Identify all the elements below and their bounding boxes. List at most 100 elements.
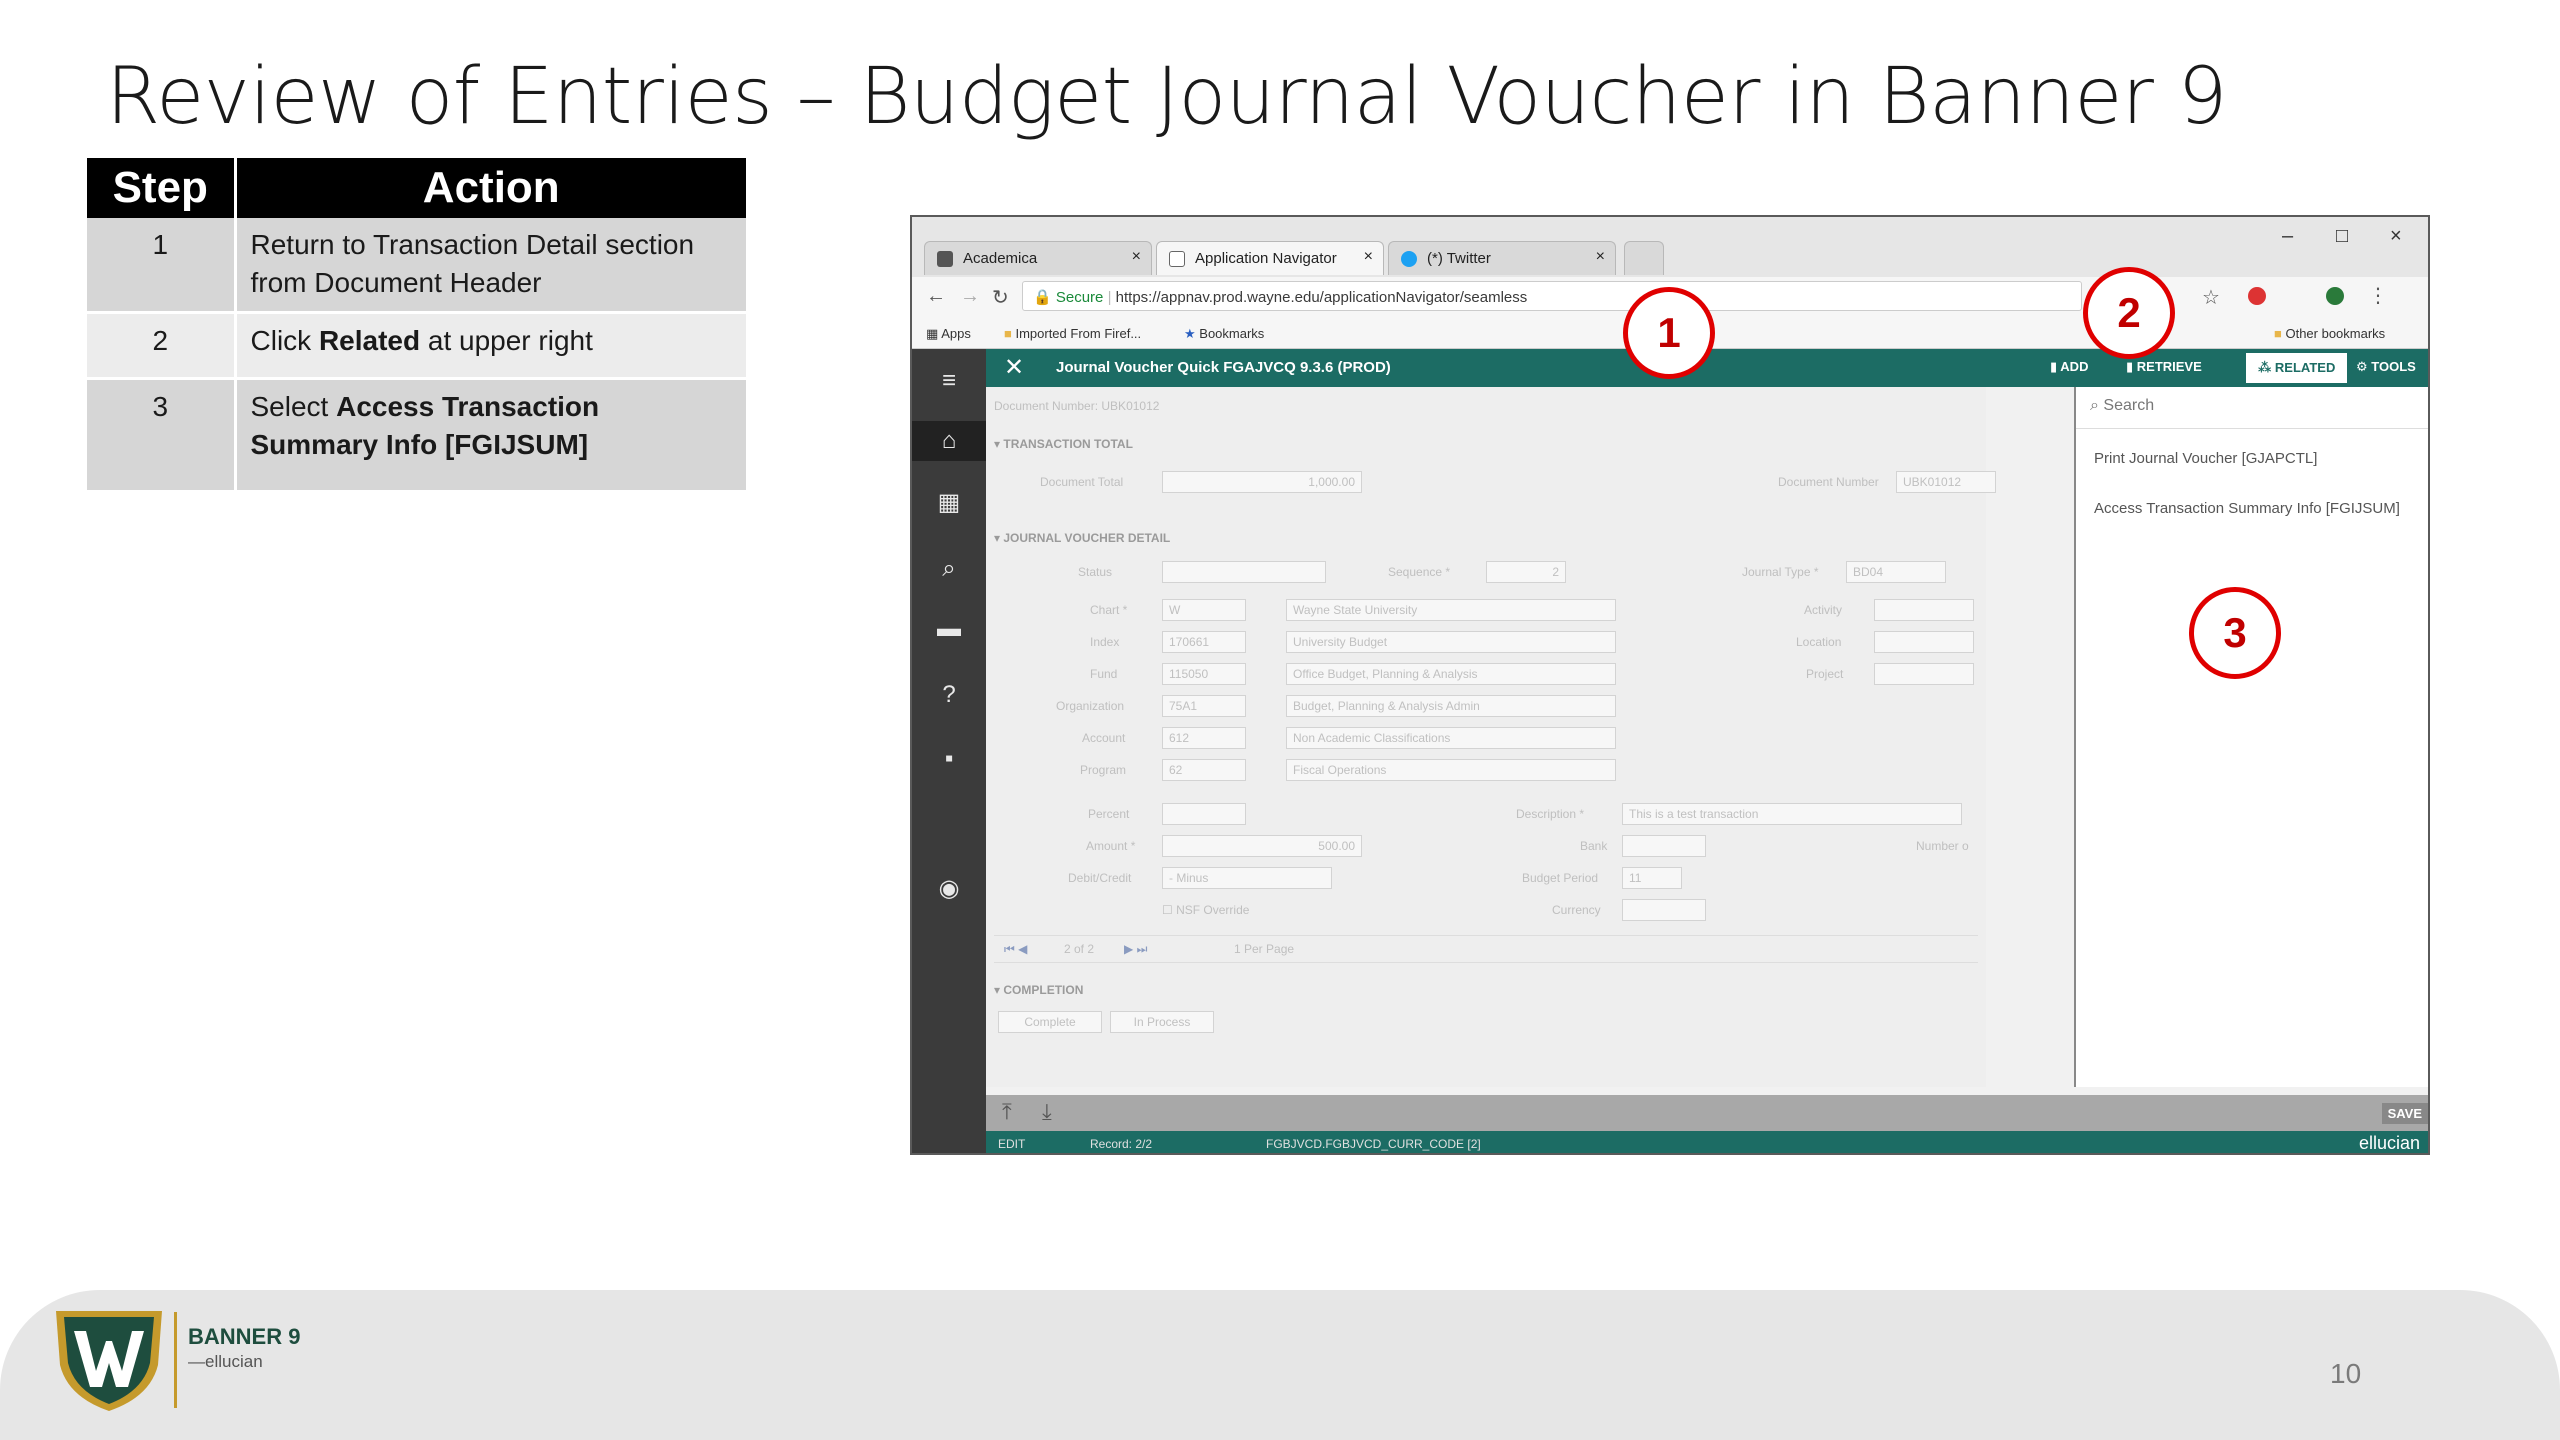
bookmark-label: Imported From Firef... xyxy=(1015,326,1142,341)
location-field[interactable] xyxy=(1874,631,1974,653)
index-description: University Budget xyxy=(1286,631,1616,653)
user-icon[interactable]: ◉ xyxy=(912,869,986,909)
close-icon[interactable]: × xyxy=(1132,248,1141,266)
bookmark-item[interactable]: ■ Imported From Firef... xyxy=(1004,326,1141,341)
status-select[interactable] xyxy=(1162,561,1326,583)
project-field[interactable] xyxy=(1874,663,1974,685)
currency-field[interactable] xyxy=(1622,899,1706,921)
bank-field[interactable] xyxy=(1622,835,1706,857)
first-page-icon[interactable]: ⏮ ◀ xyxy=(1004,942,1027,957)
reload-icon[interactable]: ↻ xyxy=(992,285,1009,310)
status-label: Status xyxy=(1078,565,1113,579)
menu-icon[interactable]: ⋮ xyxy=(2368,283,2388,308)
tab-label: (*) Twitter xyxy=(1427,250,1491,267)
close-icon[interactable]: ✕ xyxy=(1004,353,1024,382)
tools-button[interactable]: ⚙ TOOLS xyxy=(2356,359,2416,375)
table-row: 3 Select Access Transaction Summary Info… xyxy=(87,378,746,490)
ellucian-text: ellucian xyxy=(205,1352,263,1371)
fund-field[interactable]: 115050 xyxy=(1162,663,1246,685)
folder-icon[interactable]: ▬ xyxy=(912,609,986,649)
percent-field[interactable] xyxy=(1162,803,1246,825)
back-icon[interactable]: ← xyxy=(926,285,946,308)
project-label: Project xyxy=(1806,667,1844,681)
add-button[interactable]: ▮ ADD xyxy=(2050,359,2088,375)
close-icon[interactable]: × xyxy=(1364,248,1373,266)
logo-divider xyxy=(174,1312,177,1408)
budget-period-field[interactable]: 11 xyxy=(1622,867,1682,889)
in-process-button[interactable]: In Process xyxy=(1110,1011,1214,1033)
search-placeholder: Search xyxy=(2103,397,2155,414)
program-field[interactable]: 62 xyxy=(1162,759,1246,781)
last-page-icon[interactable]: ▶ ⏭ xyxy=(1124,942,1147,957)
account-field[interactable]: 612 xyxy=(1162,727,1246,749)
organization-label: Organization xyxy=(1056,699,1125,713)
retrieve-button[interactable]: ▮ RETRIEVE xyxy=(2126,359,2202,375)
journal-voucher-form: Document Number: UBK01012 ▾ TRANSACTION … xyxy=(986,387,1996,1087)
journal-voucher-detail-section[interactable]: ▾ JOURNAL VOUCHER DETAIL xyxy=(994,531,1170,545)
browser-tab[interactable]: (*) Twitter × xyxy=(1388,241,1616,275)
extension-icon[interactable] xyxy=(2248,287,2266,305)
related-item-gjapctl[interactable]: Print Journal Voucher [GJAPCTL] xyxy=(2094,447,2414,470)
first-record-icon[interactable]: ⤒ xyxy=(1002,1099,1012,1125)
transaction-total-section[interactable]: ▾ TRANSACTION TOTAL xyxy=(994,437,1133,451)
related-search[interactable]: ⌕ Search xyxy=(2076,387,2428,429)
apps-bookmark[interactable]: ▦ Apps xyxy=(926,326,971,342)
close-window-icon[interactable]: × xyxy=(2390,225,2402,248)
related-button[interactable]: ⁂ RELATED xyxy=(2246,353,2348,383)
extension-icon[interactable] xyxy=(2326,287,2344,305)
minimize-icon[interactable]: – xyxy=(2282,225,2293,248)
bookmark-label: Bookmarks xyxy=(1199,326,1265,341)
browser-tab[interactable]: Application Navigator × xyxy=(1156,241,1384,275)
last-record-icon[interactable]: ⤓ xyxy=(1042,1099,1052,1125)
nsf-override-label: NSF Override xyxy=(1176,903,1250,917)
field-indicator: FGBJVCD.FGBJVCD_CURR_CODE [2] xyxy=(1266,1137,1481,1151)
forward-icon[interactable]: → xyxy=(960,285,980,308)
step-action: Select Access Transaction Summary Info [… xyxy=(235,378,746,490)
callout-1: 1 xyxy=(1623,287,1715,379)
per-page-select[interactable]: 1 Per Page xyxy=(1234,942,1294,956)
budget-period-label: Budget Period xyxy=(1522,871,1599,885)
related-label: RELATED xyxy=(2274,360,2336,375)
home-icon[interactable]: ⌂ xyxy=(912,421,986,461)
sequence-field[interactable]: 2 xyxy=(1486,561,1566,583)
chart-field[interactable]: W xyxy=(1162,599,1246,621)
save-button[interactable]: SAVE xyxy=(2381,1103,2428,1124)
debit-credit-select[interactable]: - Minus xyxy=(1162,867,1332,889)
tab-label: Application Navigator xyxy=(1195,250,1337,267)
step-table: Step Action 1 Return to Transaction Deta… xyxy=(87,158,746,490)
slide-footer xyxy=(0,1290,2560,1440)
new-tab-button[interactable] xyxy=(1624,241,1664,275)
related-item-fgijsum[interactable]: Access Transaction Summary Info [FGIJSUM… xyxy=(2094,497,2414,520)
nsf-override-checkbox[interactable]: ☐ NSF Override xyxy=(1162,903,1249,917)
url-field[interactable]: 🔒 Secure | https://appnav.prod.wayne.edu… xyxy=(1022,281,2082,311)
search-icon[interactable]: ⌕ xyxy=(912,549,986,589)
search-icon: ⌕ xyxy=(2090,397,2104,414)
complete-button[interactable]: Complete xyxy=(998,1011,1102,1033)
bottom-toolbar: ⤒ ⤓ SAVE xyxy=(986,1095,2428,1131)
ellucian-wordmark: —ellucian xyxy=(188,1352,263,1371)
index-field[interactable]: 170661 xyxy=(1162,631,1246,653)
maximize-icon[interactable]: □ xyxy=(2336,225,2348,248)
journal-type-field[interactable]: BD04 xyxy=(1846,561,1946,583)
close-icon[interactable]: × xyxy=(1596,248,1605,266)
other-bookmarks[interactable]: ■ Other bookmarks xyxy=(2274,326,2385,341)
menu-icon[interactable]: ≡ xyxy=(912,361,986,401)
browser-tab[interactable]: Academica × xyxy=(924,241,1152,275)
action-text: at upper right xyxy=(420,324,593,356)
tools-label: TOOLS xyxy=(2371,359,2416,374)
grid-icon[interactable]: ▦ xyxy=(912,483,986,523)
help-icon[interactable]: ? xyxy=(912,675,986,715)
star-icon[interactable]: ☆ xyxy=(2202,285,2220,310)
amount-field[interactable]: 500.00 xyxy=(1162,835,1362,857)
step-header: Step xyxy=(87,158,237,218)
doc-number-label: Document Number xyxy=(1778,475,1879,489)
banner-9-logo: BANNER 9 xyxy=(188,1324,301,1349)
lock-icon[interactable]: ▪ xyxy=(912,739,986,779)
organization-field[interactable]: 75A1 xyxy=(1162,695,1246,717)
bookmark-item[interactable]: ★ Bookmarks xyxy=(1184,326,1264,342)
completion-section[interactable]: ▾ COMPLETION xyxy=(994,983,1083,997)
sequence-label: Sequence * xyxy=(1388,565,1451,579)
activity-field[interactable] xyxy=(1874,599,1974,621)
description-field[interactable]: This is a test transaction xyxy=(1622,803,1962,825)
step-number: 1 xyxy=(87,218,237,312)
